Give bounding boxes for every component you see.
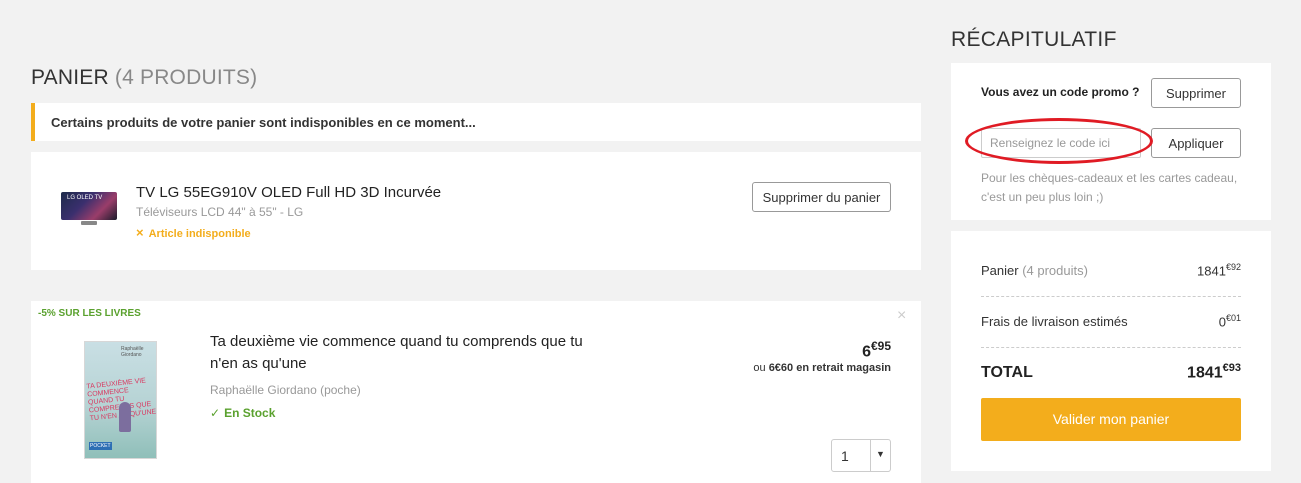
chevron-down-icon: ▼ <box>876 449 885 459</box>
book-price: 6€95 <box>791 339 891 361</box>
total-value: 1841€93 <box>1091 362 1241 382</box>
book-status: ✓ En Stock <box>210 406 275 420</box>
validate-cart-button[interactable]: Valider mon panier <box>981 398 1241 441</box>
tv-thumbnail-label: LG OLED TV <box>67 195 103 201</box>
book-author: Raphaëlle Giordano (poche) <box>210 383 361 397</box>
store-pickup-price: ou 6€60 en retrait magasin <box>691 362 891 374</box>
tv-status: × Article indisponible <box>136 225 251 240</box>
promo-remove-button[interactable]: Supprimer <box>1151 78 1241 108</box>
tv-category: Téléviseurs LCD 44" à 55" - LG <box>136 205 304 219</box>
close-icon[interactable]: × <box>897 307 906 325</box>
promo-code-box: Vous avez un code promo ? Supprimer Appl… <box>951 63 1271 220</box>
unavailable-warning: Certains produits de votre panier sont i… <box>31 103 921 141</box>
divider <box>981 296 1241 297</box>
promo-question: Vous avez un code promo ? <box>981 85 1140 99</box>
cart-subtotal-value: 1841€92 <box>1091 262 1241 278</box>
cart-item-book: -5% SUR LES LIVRES × Raphaëlle Giordano … <box>31 301 921 483</box>
tv-status-text: Article indisponible <box>148 228 251 240</box>
shipping-dec: €01 <box>1225 313 1241 323</box>
unavailable-icon: × <box>136 225 144 240</box>
total-label: TOTAL <box>981 364 1033 381</box>
gift-card-note: Pour les chèques-cadeaux et les cartes c… <box>981 171 1238 204</box>
alt-suffix: en retrait magasin <box>796 362 891 374</box>
alt-price: 6€60 <box>768 362 794 374</box>
book-price-dec: €95 <box>870 339 891 353</box>
book-status-text: En Stock <box>224 406 276 420</box>
cart-title: PANIER (4 PRODUITS) <box>31 66 257 90</box>
tv-thumbnail[interactable]: LG OLED TV <box>61 192 117 226</box>
shipping-value: 0€01 <box>1091 313 1241 329</box>
book-cover-publisher: POCKET <box>89 442 112 450</box>
cart-subtotal-text: Panier <box>981 263 1019 278</box>
quantity-value: 1 <box>841 448 849 464</box>
alt-prefix: ou <box>753 362 766 374</box>
check-icon: ✓ <box>210 406 221 420</box>
cart-item-tv: LG OLED TV TV LG 55EG910V OLED Full HD 3… <box>31 152 921 270</box>
summary-title: RÉCAPITULATIF <box>951 28 1117 51</box>
cart-subtotal-dec: €92 <box>1225 262 1241 272</box>
divider <box>981 347 1241 348</box>
shipping-int: 0 <box>1218 314 1226 330</box>
cart-count: (4 PRODUITS) <box>114 66 258 89</box>
quantity-select[interactable]: 1 ▼ <box>831 439 891 472</box>
cart-subtotal-count: (4 produits) <box>1022 263 1088 278</box>
remove-from-cart-button[interactable]: Supprimer du panier <box>752 182 891 212</box>
cart-title-label: PANIER <box>31 66 109 89</box>
promo-code-input[interactable] <box>981 128 1141 158</box>
total-dec: €93 <box>1222 362 1241 374</box>
promo-tag: -5% SUR LES LIVRES <box>38 308 141 319</box>
totals-box: Panier (4 produits) 1841€92 Frais de liv… <box>951 231 1271 471</box>
book-title[interactable]: Ta deuxième vie commence quand tu compre… <box>210 331 590 375</box>
promo-apply-button[interactable]: Appliquer <box>1151 128 1241 158</box>
warning-text: Certains produits de votre panier sont i… <box>51 115 476 130</box>
total-int: 1841 <box>1187 364 1223 382</box>
book-price-int: 6 <box>862 343 871 361</box>
cart-subtotal-int: 1841 <box>1197 263 1226 279</box>
book-cover[interactable]: Raphaëlle Giordano Ta deuxième vie comme… <box>84 341 157 459</box>
cart-subtotal-label: Panier (4 produits) <box>981 263 1088 278</box>
book-cover-author: Raphaëlle Giordano <box>121 346 144 358</box>
tv-title[interactable]: TV LG 55EG910V OLED Full HD 3D Incurvée <box>136 184 441 201</box>
